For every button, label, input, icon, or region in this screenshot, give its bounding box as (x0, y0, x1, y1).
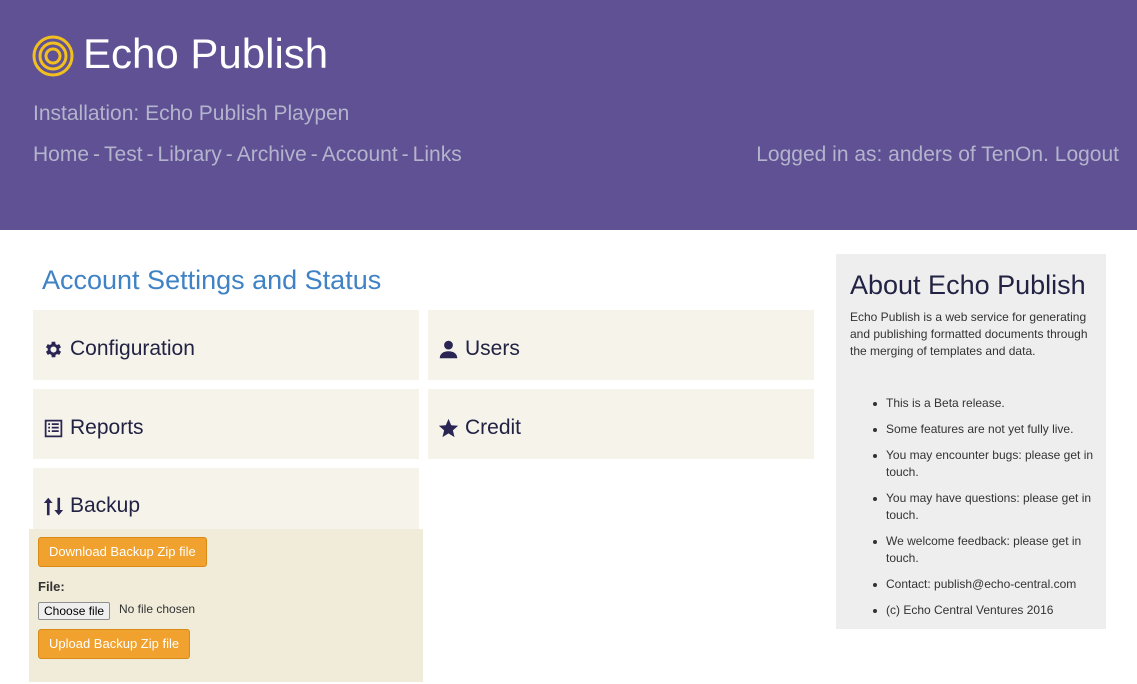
nav-links[interactable]: Links (413, 143, 462, 166)
nav-separator: - (310, 143, 318, 166)
nav-separator: - (93, 143, 101, 166)
nav-archive[interactable]: Archive (237, 143, 307, 166)
list-item: (c) Echo Central Ventures 2016 (873, 602, 1096, 619)
list-item: We welcome feedback: please get in touch… (873, 533, 1096, 567)
star-icon (438, 418, 459, 437)
main-nav: Home - Test - Library - Archive - Account - Links (33, 143, 462, 167)
backup-panel: Backup (33, 468, 419, 530)
nav-separator: - (146, 143, 154, 166)
page-title: Account Settings and Status (42, 265, 382, 295)
installation-label: Installation: Echo Publish Playpen (33, 102, 350, 125)
concentric-circles-icon (32, 35, 74, 77)
file-status: No file chosen (119, 602, 196, 616)
file-label: File: (38, 579, 65, 594)
configuration-heading: Configuration (70, 337, 195, 360)
upload-backup-button[interactable]: Upload Backup Zip file (38, 629, 191, 659)
about-list: This is a Beta release. Some features ar… (873, 395, 1096, 628)
site-header: Echo Publish Installation: Echo Publish … (0, 0, 1137, 230)
sort-arrows-icon (43, 497, 64, 515)
backup-form: Download Backup Zip file File: Choose fi… (29, 529, 423, 682)
choose-file-button[interactable]: Choose file (38, 602, 111, 620)
nav-library[interactable]: Library (158, 143, 222, 166)
gear-icon (45, 341, 62, 357)
logged-in-text: Logged in as: anders of TenOn. (756, 143, 1049, 166)
credit-heading: Credit (465, 416, 522, 439)
list-item: You may have questions: please get in to… (873, 490, 1096, 524)
download-backup-button[interactable]: Download Backup Zip file (38, 537, 207, 567)
nav-separator: - (401, 143, 409, 166)
list-icon (44, 419, 63, 437)
about-sidebar: About Echo Publish Echo Publish is a web… (836, 254, 1106, 629)
about-title: About Echo Publish (850, 270, 1086, 300)
reports-heading: Reports (70, 416, 144, 439)
credit-panel[interactable]: Credit (428, 389, 814, 459)
logout-link[interactable]: Logout (1055, 143, 1119, 166)
list-item: Some features are not yet fully live. (873, 421, 1096, 438)
nav-separator: - (225, 143, 233, 166)
login-status: Logged in as: anders of TenOn. Logout (756, 143, 1119, 167)
list-item: You may encounter bugs: please get in to… (873, 447, 1096, 481)
app-title: Echo Publish (83, 30, 329, 77)
configuration-panel[interactable]: Configuration (33, 310, 419, 380)
list-item: Contact: publish@echo-central.com (873, 576, 1096, 593)
backup-heading: Backup (70, 494, 141, 517)
reports-panel[interactable]: Reports (33, 389, 419, 459)
user-icon (439, 340, 458, 358)
users-heading: Users (465, 337, 520, 360)
nav-account[interactable]: Account (322, 143, 398, 166)
list-item: This is a Beta release. (873, 395, 1096, 412)
about-description: Echo Publish is a web service for genera… (850, 310, 1088, 358)
nav-test[interactable]: Test (104, 143, 143, 166)
users-panel[interactable]: Users (428, 310, 814, 380)
nav-home[interactable]: Home (33, 143, 89, 166)
